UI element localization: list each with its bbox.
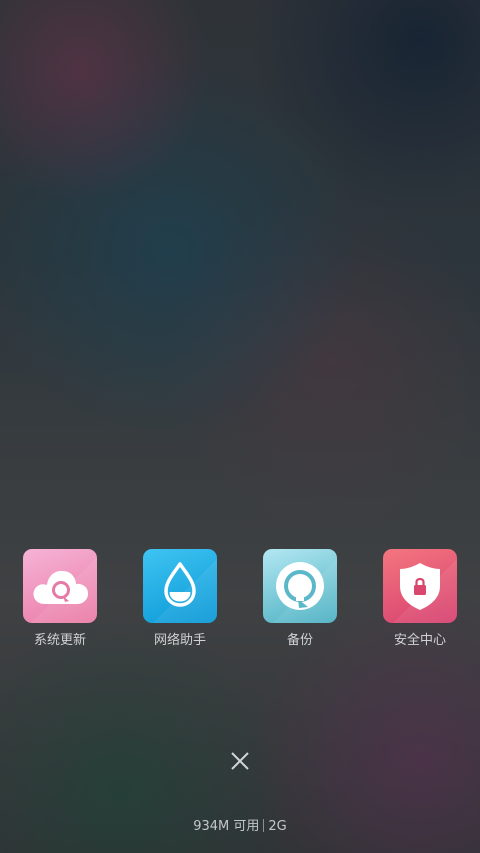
system-update-tile[interactable] — [23, 549, 97, 623]
app-security-center[interactable]: 安全中心 — [360, 549, 480, 649]
app-system-update[interactable]: 系统更新 — [0, 549, 120, 649]
status-divider — [263, 819, 265, 832]
shield-lock-icon — [393, 559, 457, 623]
memory-status-bar: 934M 可用 2G — [0, 818, 480, 836]
network-type-text: 2G — [268, 819, 287, 834]
wallpaper-background — [0, 0, 480, 853]
cloud-refresh-icon — [31, 557, 97, 623]
backup-refresh-icon — [273, 559, 337, 623]
app-network-assistant[interactable]: 网络助手 — [120, 549, 240, 649]
app-backup[interactable]: 备份 — [240, 549, 360, 649]
backup-tile[interactable] — [263, 549, 337, 623]
app-label-backup: 备份 — [286, 633, 313, 648]
water-drop-icon — [153, 559, 217, 623]
close-button[interactable] — [224, 745, 256, 777]
security-center-tile[interactable] — [383, 549, 457, 623]
app-label-security-center: 安全中心 — [393, 633, 446, 648]
close-icon — [231, 752, 249, 770]
available-memory-text: 934M 可用 — [193, 819, 260, 834]
app-label-system-update: 系统更新 — [33, 633, 86, 648]
network-assistant-tile[interactable] — [143, 549, 217, 623]
app-label-network-assistant: 网络助手 — [153, 633, 206, 648]
